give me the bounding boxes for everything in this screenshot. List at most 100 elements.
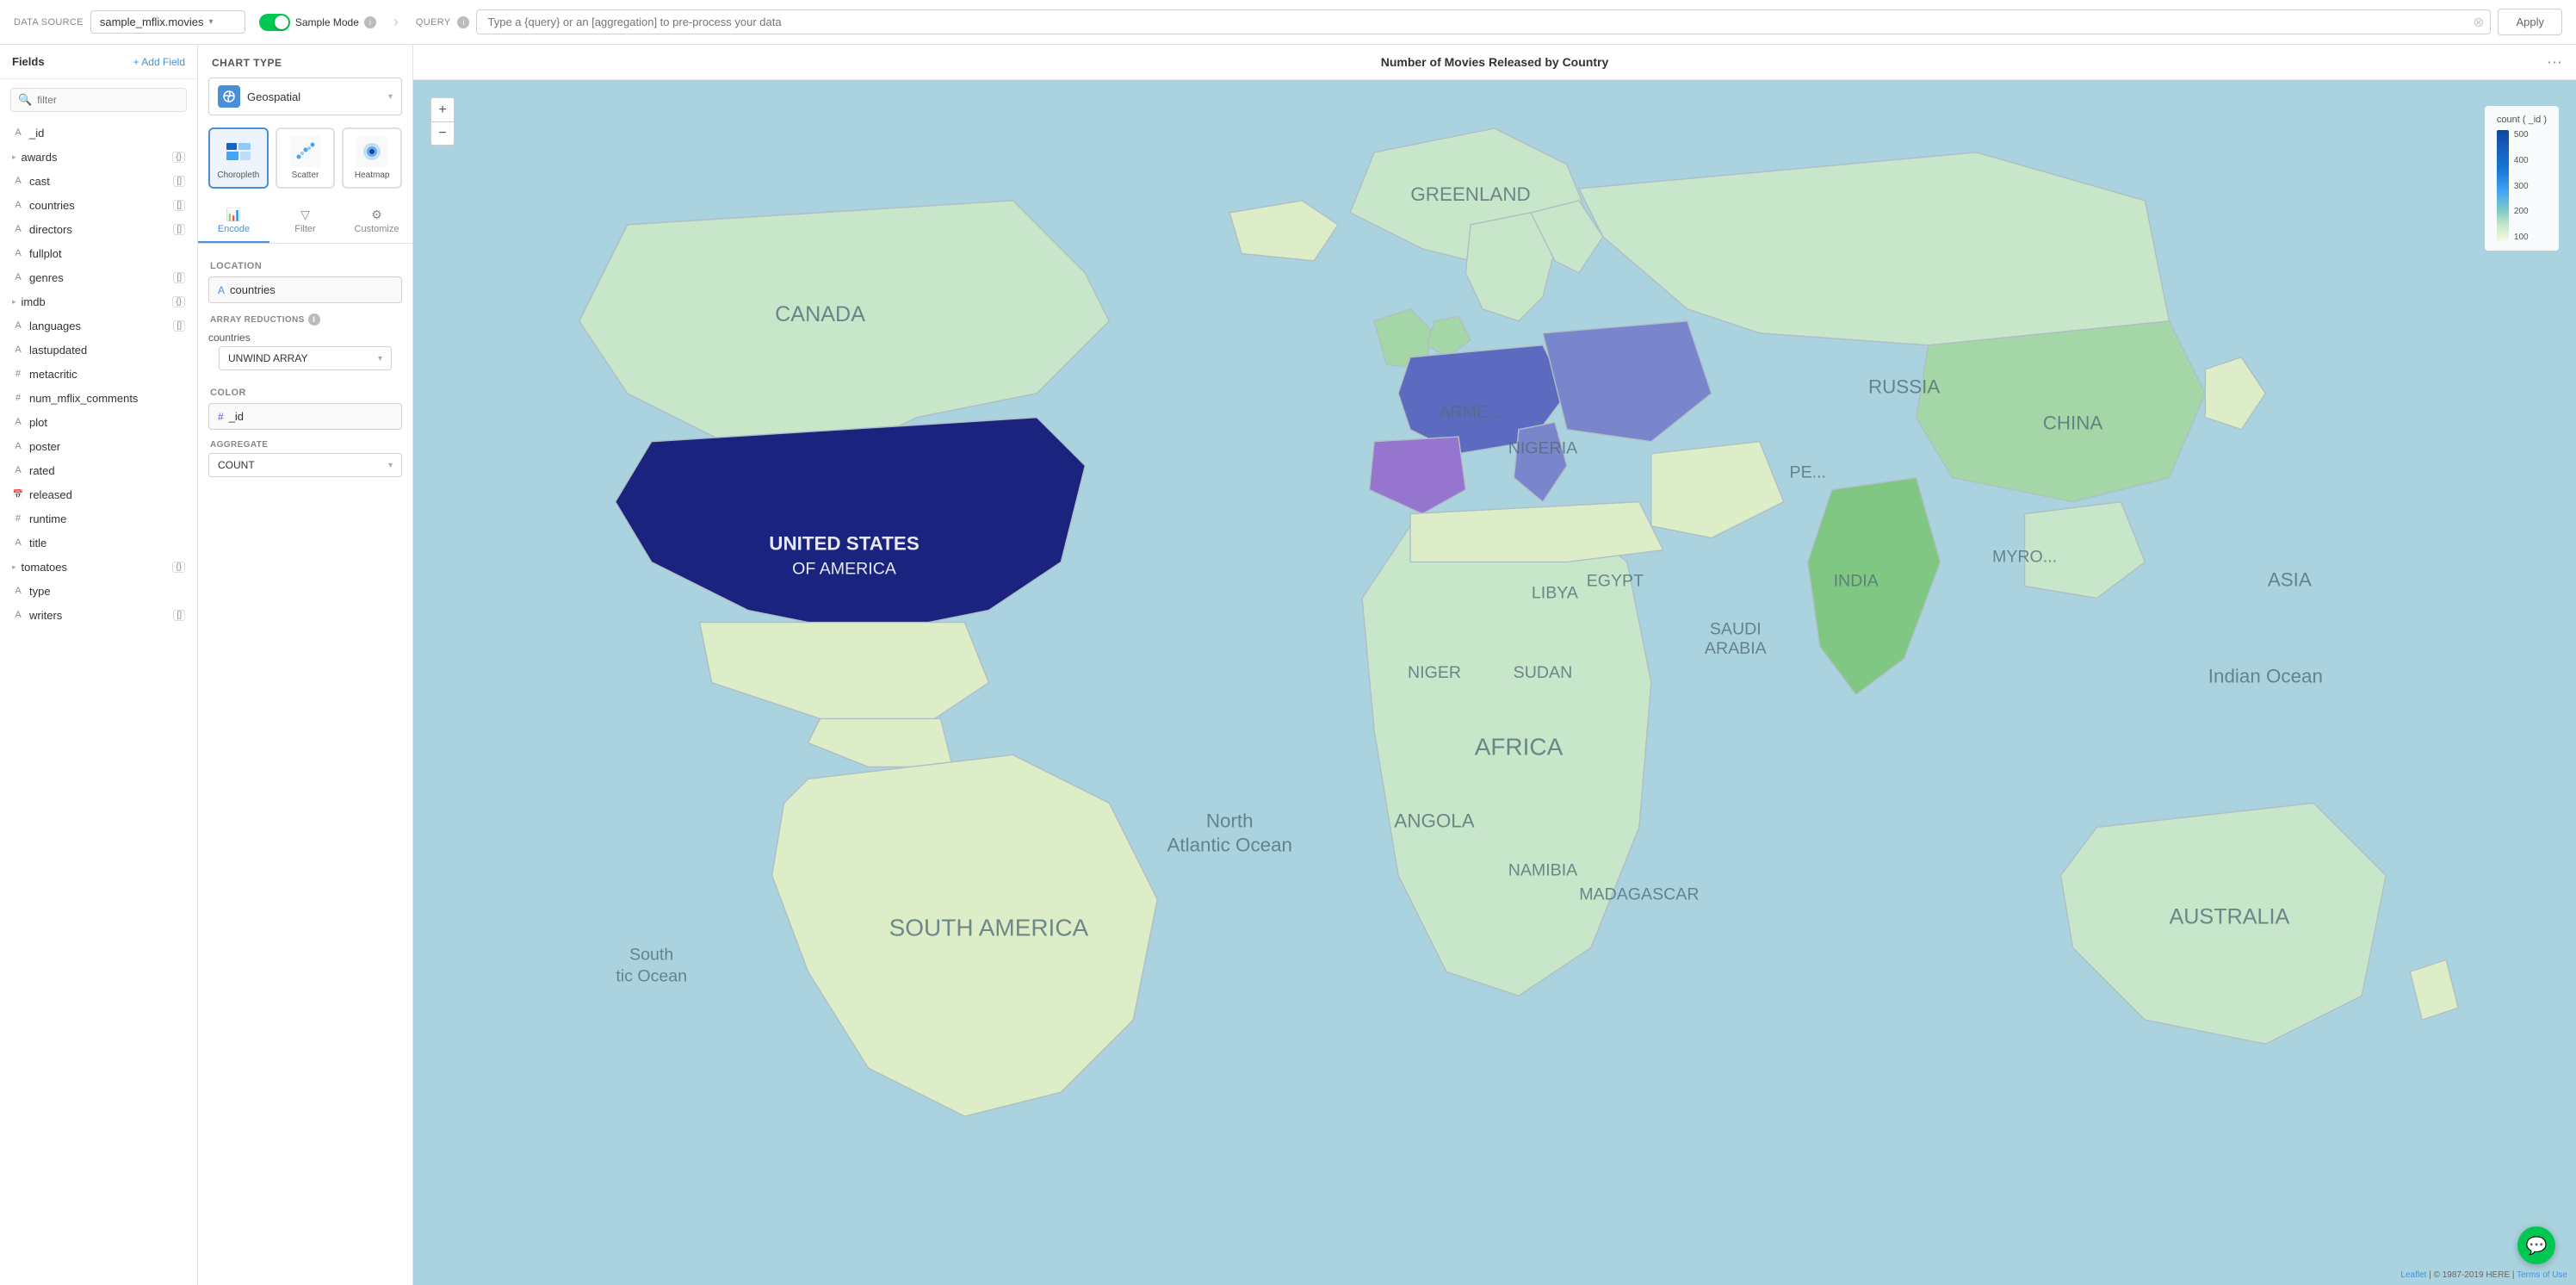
tab-encode[interactable]: 📊 Encode — [198, 201, 269, 243]
field-name: plot — [29, 416, 185, 429]
chart-subtype-choropleth[interactable]: Choropleth — [208, 127, 269, 189]
array-reductions-info-icon[interactable]: i — [308, 313, 320, 326]
query-section: Query i ⊗ Apply — [416, 9, 2562, 35]
field-name: lastupdated — [29, 344, 185, 357]
aggregate-chevron-icon: ▾ — [388, 461, 393, 470]
chart-type-chevron-icon: ▾ — [388, 92, 393, 102]
tab-customize[interactable]: ⚙ Customize — [341, 201, 412, 243]
field-name: type — [29, 585, 185, 598]
field-item[interactable]: ▸ imdb {} — [0, 289, 197, 313]
chart-type-select[interactable]: Geospatial ▾ — [208, 78, 402, 115]
sample-mode-info-icon[interactable]: i — [364, 16, 376, 28]
svg-text:ASIA: ASIA — [2268, 569, 2312, 591]
field-item[interactable]: A poster — [0, 434, 197, 458]
svg-text:Atlantic Ocean: Atlantic Ocean — [1167, 834, 1292, 855]
color-label: Color — [198, 381, 412, 403]
choropleth-icon — [223, 136, 254, 167]
field-item[interactable]: A _id — [0, 121, 197, 145]
field-item[interactable]: # num_mflix_comments — [0, 386, 197, 410]
field-item[interactable]: A countries [] — [0, 193, 197, 217]
field-item[interactable]: # runtime — [0, 506, 197, 531]
field-item[interactable]: A languages [] — [0, 313, 197, 338]
field-badge: {} — [172, 152, 185, 163]
query-info-icon[interactable]: i — [457, 16, 469, 28]
sample-mode-toggle[interactable] — [259, 14, 290, 31]
datasource-label: Data Source — [14, 17, 84, 28]
zoom-out-button[interactable]: − — [430, 121, 455, 146]
query-clear-icon[interactable]: ⊗ — [2473, 14, 2484, 31]
field-badge: [] — [173, 200, 185, 211]
terms-link[interactable]: Terms of Use — [2517, 1270, 2567, 1280]
chat-button[interactable]: 💬 — [2517, 1226, 2555, 1264]
field-type-icon: A — [12, 586, 24, 596]
field-name: _id — [29, 127, 185, 140]
map-title: Number of Movies Released by Country — [1381, 55, 1609, 69]
svg-text:CANADA: CANADA — [775, 302, 865, 326]
attribution-text: | © 1987-2019 HERE | — [2429, 1270, 2517, 1280]
fields-search-input[interactable] — [37, 94, 179, 106]
expand-icon: ▸ — [12, 297, 16, 307]
field-name: title — [29, 537, 185, 549]
encode-icon: 📊 — [226, 208, 241, 222]
field-item[interactable]: A fullplot — [0, 241, 197, 265]
field-item[interactable]: A writers [] — [0, 603, 197, 627]
field-item[interactable]: # metacritic — [0, 362, 197, 386]
field-badge: [] — [173, 272, 185, 283]
map-attribution: Leaflet | © 1987-2019 HERE | Terms of Us… — [2400, 1270, 2567, 1280]
apply-button[interactable]: Apply — [2498, 9, 2562, 35]
field-item[interactable]: A title — [0, 531, 197, 555]
field-type-icon: # — [12, 513, 24, 524]
field-item[interactable]: 📅 released — [0, 482, 197, 506]
datasource-value: sample_mflix.movies — [100, 16, 204, 28]
leaflet-link[interactable]: Leaflet — [2400, 1270, 2426, 1280]
tab-filter[interactable]: ▽ Filter — [269, 201, 341, 243]
world-map-svg: UNITED STATES OF AMERICA CANADA SOUTH AM… — [413, 80, 2576, 1285]
heatmap-label: Heatmap — [355, 171, 390, 180]
map-container[interactable]: UNITED STATES OF AMERICA CANADA SOUTH AM… — [413, 80, 2576, 1285]
svg-text:tic Ocean: tic Ocean — [616, 966, 687, 985]
fields-panel: Fields + Add Field 🔍 A _id ▸ awards {} A… — [0, 45, 198, 1285]
unwind-select[interactable]: UNWIND ARRAY ▾ — [219, 346, 392, 370]
svg-text:LIBYA: LIBYA — [1532, 584, 1579, 603]
scatter-icon — [290, 136, 321, 167]
field-item[interactable]: ▸ tomatoes {} — [0, 555, 197, 579]
field-item[interactable]: A rated — [0, 458, 197, 482]
main-layout: Fields + Add Field 🔍 A _id ▸ awards {} A… — [0, 45, 2576, 1285]
datasource-select[interactable]: sample_mflix.movies ▾ — [90, 10, 245, 34]
choropleth-label: Choropleth — [217, 171, 259, 180]
field-badge: [] — [173, 224, 185, 235]
chart-subtype-scatter[interactable]: Scatter — [276, 127, 336, 189]
zoom-in-button[interactable]: + — [430, 97, 455, 121]
svg-text:NAMIBIA: NAMIBIA — [1508, 860, 1578, 879]
field-item[interactable]: A type — [0, 579, 197, 603]
reduction-field: countries UNWIND ARRAY ▾ — [208, 329, 402, 381]
field-item[interactable]: A genres [] — [0, 265, 197, 289]
field-name: poster — [29, 440, 185, 453]
field-type-icon: # — [12, 369, 24, 379]
location-field-type-icon: A — [218, 284, 225, 296]
add-field-button[interactable]: + Add Field — [133, 56, 185, 68]
field-item[interactable]: A cast [] — [0, 169, 197, 193]
customize-icon: ⚙ — [371, 208, 382, 222]
field-item[interactable]: ▸ awards {} — [0, 145, 197, 169]
sample-mode-section: Sample Mode i — [259, 14, 376, 31]
query-input[interactable] — [476, 9, 2491, 34]
map-more-button[interactable]: ··· — [2547, 53, 2562, 71]
field-item[interactable]: A directors [] — [0, 217, 197, 241]
chart-subtype-heatmap[interactable]: Heatmap — [342, 127, 402, 189]
legend-value-200: 200 — [2514, 207, 2529, 216]
field-item[interactable]: A lastupdated — [0, 338, 197, 362]
legend-title: count ( _id ) — [2497, 115, 2547, 125]
unwind-value: UNWIND ARRAY — [228, 352, 307, 364]
field-type-icon: A — [12, 441, 24, 451]
field-item[interactable]: A plot — [0, 410, 197, 434]
aggregate-select[interactable]: COUNT ▾ — [208, 453, 402, 477]
svg-text:CHINA: CHINA — [2043, 413, 2103, 434]
legend-value-100: 100 — [2514, 233, 2529, 242]
unwind-chevron-icon: ▾ — [378, 354, 382, 363]
fields-search: 🔍 — [10, 88, 187, 112]
field-type-icon: A — [12, 127, 24, 138]
location-field-name: countries — [230, 283, 393, 296]
field-name: directors — [29, 223, 168, 236]
field-badge: {} — [172, 562, 185, 573]
